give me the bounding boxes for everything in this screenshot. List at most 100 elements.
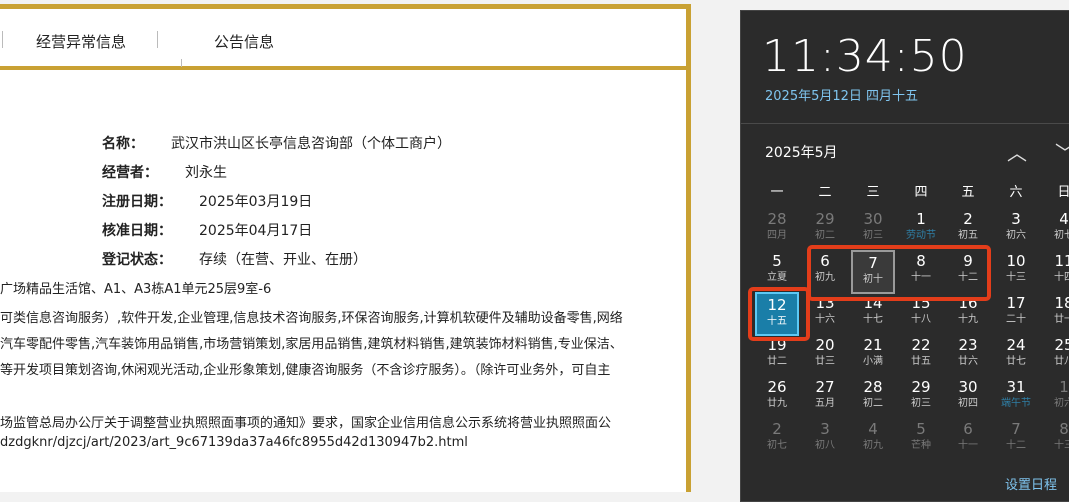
business-scope-line: 等开发项目策划咨询,休闲观光活动,企业形象策划,健康咨询服务（不含诊疗服务）。（… [0,363,611,378]
day-number: 23 [958,336,978,354]
lunar-date: 劳动节 [906,230,936,241]
business-info-panel: 经营异常信息 公告信息 名称： 武汉市洪山区长亭信息咨询部（个体工商户） 经营者… [0,4,691,492]
lunar-date: 二十 [1006,314,1026,325]
calendar-day[interactable]: 17 二十 [994,292,1038,336]
day-number: 24 [1006,336,1026,354]
tab-abnormal-operation[interactable]: 经营异常信息 [36,31,126,52]
day-number: 25 [1054,336,1069,354]
calendar-day[interactable]: 3 初八 [803,418,847,462]
calendar-day[interactable]: 20 廿三 [803,334,847,378]
calendar-day[interactable]: 3 初六 [994,208,1038,252]
notice-link[interactable]: dzdgknr/djzcj/art/2023/art_9c67139da37a4… [0,435,468,450]
day-number: 3 [820,420,830,438]
tab-announcements[interactable]: 公告信息 [214,31,274,52]
calendar-day[interactable]: 29 初三 [899,376,943,420]
lunar-date: 十三 [1054,440,1069,451]
previous-month-chevron-up-icon[interactable]: ︿ [1007,137,1027,166]
day-number: 4 [868,420,878,438]
next-month-chevron-down-icon[interactable]: ﹀ [1055,137,1069,166]
calendar-day[interactable]: 27 五月 [803,376,847,420]
lunar-date: 廿七 [1006,356,1026,367]
highlight-box-week [807,245,991,301]
calendar-day[interactable]: 4 初九 [851,418,895,462]
calendar-day[interactable]: 6 十一 [946,418,990,462]
day-number: 5 [772,252,782,270]
lunar-date: 十二 [1006,440,1026,451]
lunar-date: 初五 [958,230,978,241]
lunar-date: 小满 [863,356,883,367]
lunar-date: 十八 [911,314,931,325]
status-label: 登记状态： [102,252,172,268]
lunar-date: 十一 [958,440,978,451]
day-number: 5 [916,420,926,438]
operator-label: 经营者： [102,165,158,181]
name-value: 武汉市洪山区长亭信息咨询部（个体工商户） [171,136,451,152]
weekday-label: 三 [866,185,880,200]
full-date-link[interactable]: 2025年5月12日 四月十五 [765,85,918,104]
lunar-date: 初三 [911,398,931,409]
lunar-date: 初九 [863,440,883,451]
lunar-date: 十四 [1054,272,1069,283]
calendar-day[interactable]: 30 初四 [946,376,990,420]
lunar-date: 初三 [863,230,883,241]
operator-value: 刘永生 [185,165,227,181]
calendar-day[interactable]: 4 初七 [1042,208,1069,252]
calendar-day[interactable]: 23 廿六 [946,334,990,378]
day-number: 21 [863,336,883,354]
day-number: 29 [911,378,931,396]
day-number: 3 [1011,210,1021,228]
calendar-day[interactable]: 25 廿八 [1042,334,1069,378]
weekday-label: 四 [914,185,928,200]
lunar-date: 四月 [767,230,787,241]
day-number: 29 [815,210,835,228]
weekday-label: 五 [961,185,975,200]
approval-date-label: 核准日期： [102,223,172,239]
calendar-day[interactable]: 18 廿一 [1042,292,1069,336]
calendar-day[interactable]: 8 十三 [1042,418,1069,462]
lunar-date: 初六 [1054,398,1069,409]
calendar-day[interactable]: 7 十二 [994,418,1038,462]
calendar-day[interactable]: 26 廿九 [755,376,799,420]
day-number: 18 [1054,294,1069,312]
lunar-date: 初二 [863,398,883,409]
approval-date-value: 2025年04月17日 [199,223,313,239]
calendar-day[interactable]: 1 初六 [1042,376,1069,420]
day-number: 28 [863,378,883,396]
day-number: 2 [772,420,782,438]
day-number: 22 [911,336,931,354]
day-number: 2 [963,210,973,228]
lunar-date: 廿六 [958,356,978,367]
lunar-date: 立夏 [767,272,787,283]
settings-schedule-link[interactable]: 设置日程 [1005,474,1057,493]
weekday-label: 一 [770,185,784,200]
day-number: 4 [1059,210,1069,228]
calendar-day[interactable]: 28 四月 [755,208,799,252]
weekday-label: 日 [1057,185,1069,200]
lunar-date: 廿九 [767,398,787,409]
calendar-day[interactable]: 5 芒种 [899,418,943,462]
calendar-day[interactable]: 21 小满 [851,334,895,378]
clock-time: 11:34:50 [762,31,968,82]
address-text: 广场精品生活馆、A1、A3栋A1单元25层9室-6 [0,282,272,297]
month-title[interactable]: 2025年5月 [765,142,838,162]
name-label: 名称： [102,136,144,152]
divider [741,123,1069,124]
registration-date-label: 注册日期： [102,194,172,210]
notice-text: 场监管总局办公厅关于调整营业执照照面事项的通知》要求，国家企业信用信息公示系统将… [0,416,612,431]
lunar-date: 芒种 [911,440,931,451]
day-number: 30 [958,378,978,396]
lunar-date: 端午节 [1001,398,1031,409]
calendar-day[interactable]: 28 初二 [851,376,895,420]
lunar-date: 十七 [863,314,883,325]
calendar-day[interactable]: 2 初七 [755,418,799,462]
day-number: 27 [815,378,835,396]
calendar-day[interactable]: 11 十四 [1042,250,1069,294]
day-number: 11 [1054,252,1069,270]
lunar-date: 廿二 [767,356,787,367]
calendar-day[interactable]: 10 十三 [994,250,1038,294]
status-value: 存续（在营、开业、在册） [199,252,367,268]
calendar-day[interactable]: 24 廿七 [994,334,1038,378]
lunar-date: 十三 [1006,272,1026,283]
calendar-day[interactable]: 31 端午节 [994,376,1038,420]
calendar-day[interactable]: 22 廿五 [899,334,943,378]
